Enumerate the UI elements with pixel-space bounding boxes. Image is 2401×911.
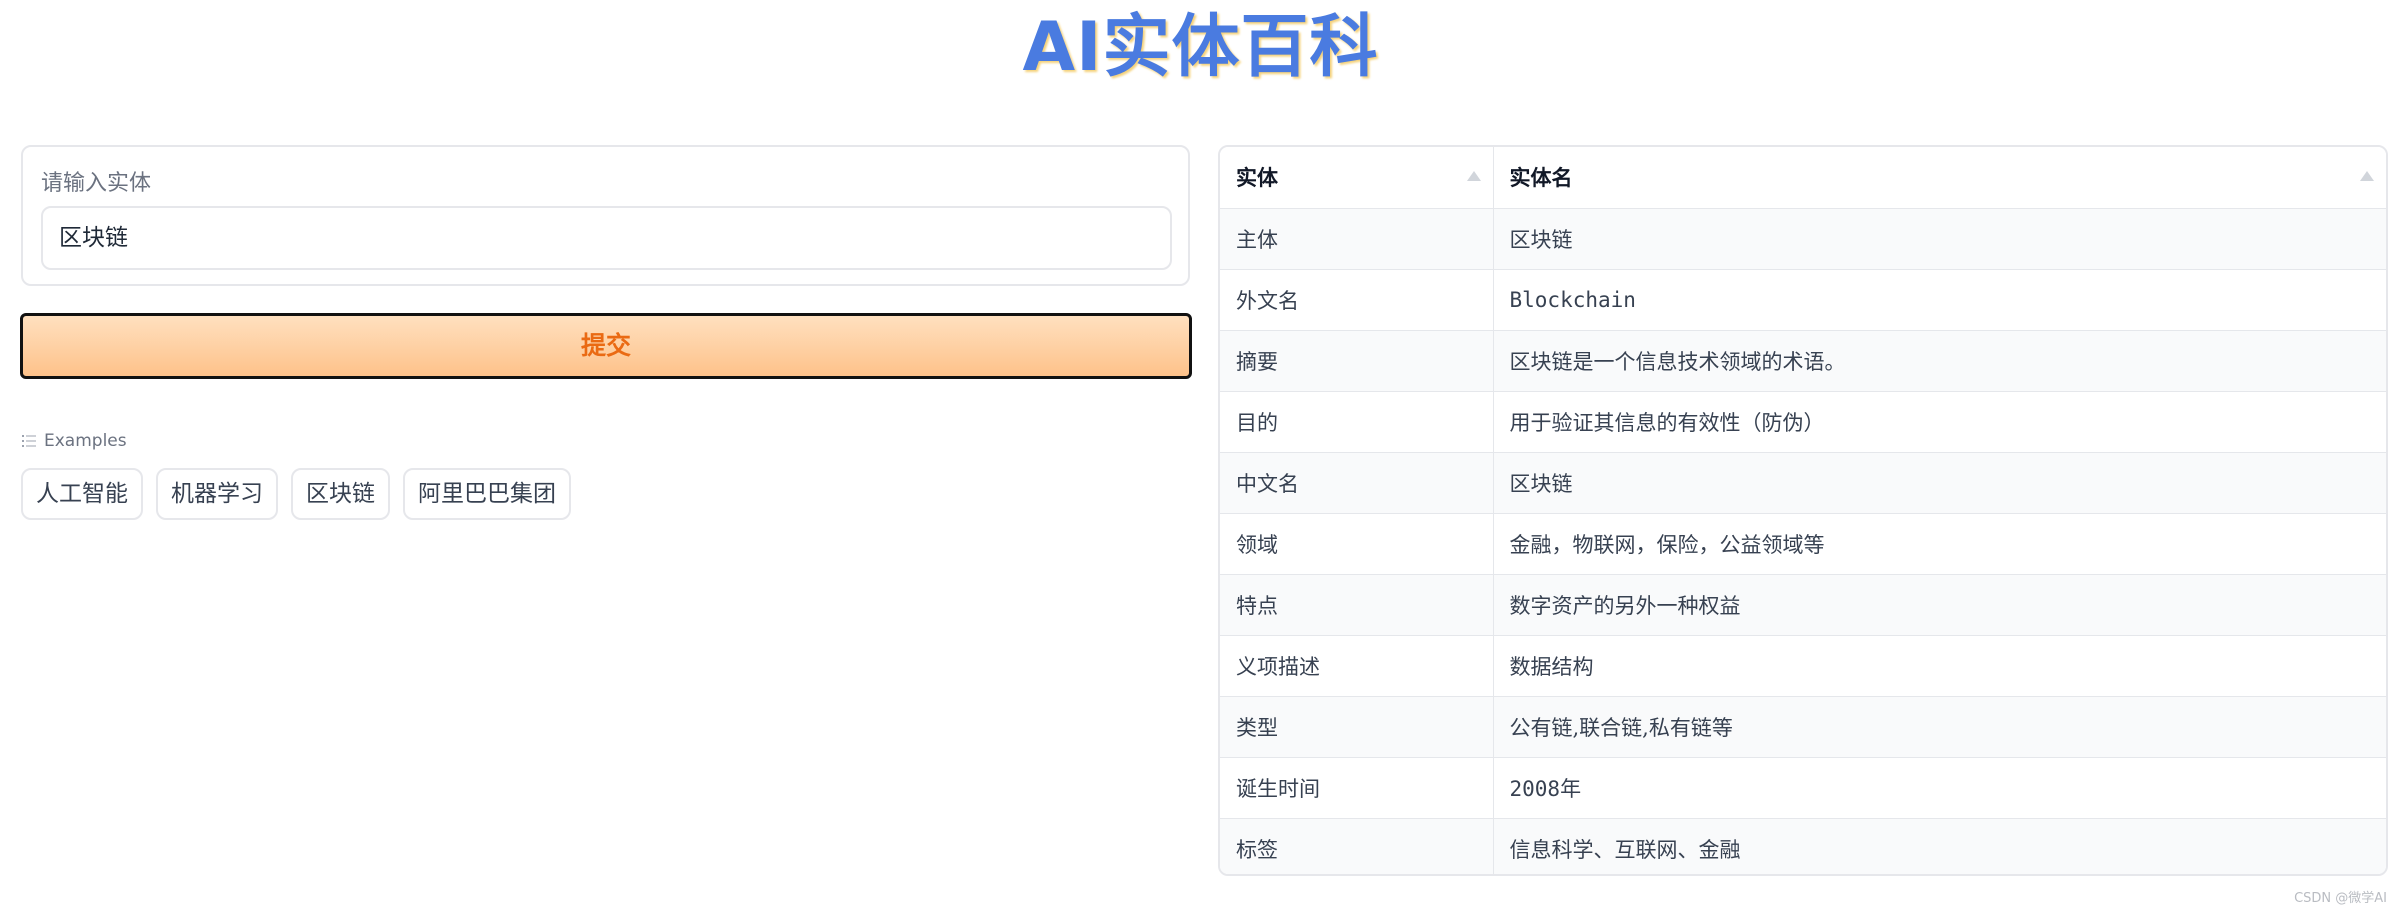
table-cell: 摘要 <box>1220 330 1494 392</box>
example-chip[interactable]: 阿里巴巴集团 <box>403 468 571 520</box>
entity-input[interactable]: 区块链 <box>41 206 1172 270</box>
examples-heading: Examples <box>22 431 127 451</box>
entity-input-card: 请输入实体 区块链 <box>21 145 1190 286</box>
page-title: AI实体百科 <box>1022 8 1379 87</box>
examples-list: 人工智能 机器学习 区块链 阿里巴巴集团 <box>21 468 571 520</box>
table-cell: 目的 <box>1220 391 1494 453</box>
submit-button[interactable]: 提交 <box>20 313 1192 379</box>
table-cell: 信息科学、互联网、金融 <box>1493 818 2386 874</box>
table-header-row: 实体 实体名 <box>1220 147 2386 209</box>
table-cell: 类型 <box>1220 696 1494 758</box>
table-row: 义项描述 数据结构 <box>1220 635 2386 697</box>
table-cell: 金融，物联网，保险，公益领域等 <box>1493 513 2386 575</box>
watermark: CSDN @微学AI <box>2294 891 2387 906</box>
table-cell: 公有链,联合链,私有链等 <box>1493 696 2386 758</box>
examples-heading-label: Examples <box>44 431 127 451</box>
table-cell: 数据结构 <box>1493 635 2386 697</box>
column-header-label: 实体名 <box>1509 165 1573 191</box>
table-cell: 标签 <box>1220 818 1494 874</box>
example-chip[interactable]: 机器学习 <box>156 468 278 520</box>
table-cell: 领域 <box>1220 513 1494 575</box>
table-cell: 区块链 <box>1493 208 2386 270</box>
example-chip[interactable]: 人工智能 <box>21 468 143 520</box>
example-chip[interactable]: 区块链 <box>291 468 390 520</box>
table-cell: 区块链 <box>1493 452 2386 514</box>
table-row: 中文名 区块链 <box>1220 452 2386 514</box>
table-row: 外文名 Blockchain <box>1220 269 2386 331</box>
table-row: 摘要 区块链是一个信息技术领域的术语。 <box>1220 330 2386 392</box>
column-header-entity[interactable]: 实体 <box>1220 147 1494 209</box>
table-cell: Blockchain <box>1493 269 2386 331</box>
table-cell: 特点 <box>1220 574 1494 636</box>
table-row: 标签 信息科学、互联网、金融 <box>1220 818 2386 874</box>
list-icon <box>22 435 36 447</box>
column-header-label: 实体 <box>1236 165 1278 191</box>
table-cell: 外文名 <box>1220 269 1494 331</box>
table-cell: 数字资产的另外一种权益 <box>1493 574 2386 636</box>
table-row: 目的 用于验证其信息的有效性（防伪） <box>1220 391 2386 453</box>
table-row: 诞生时间 2008年 <box>1220 757 2386 819</box>
table-cell: 中文名 <box>1220 452 1494 514</box>
page: AI实体百科 请输入实体 区块链 提交 Examples 人工智能 机器学习 区… <box>0 0 2401 911</box>
table-row: 主体 区块链 <box>1220 208 2386 270</box>
table-row: 特点 数字资产的另外一种权益 <box>1220 574 2386 636</box>
sort-up-icon[interactable] <box>1466 171 1481 181</box>
table-row: 类型 公有链,联合链,私有链等 <box>1220 696 2386 758</box>
entity-input-label: 请输入实体 <box>41 171 152 196</box>
result-table-container: 实体 实体名 主体 区块链 外文名 Blockchain 摘要 区块链是一个信息技术领… <box>1218 145 2388 876</box>
table-cell: 2008年 <box>1493 757 2386 819</box>
table-cell: 义项描述 <box>1220 635 1494 697</box>
table-cell: 用于验证其信息的有效性（防伪） <box>1493 391 2386 453</box>
sort-up-icon[interactable] <box>2360 171 2374 181</box>
table-cell: 诞生时间 <box>1220 757 1494 819</box>
table-cell: 区块链是一个信息技术领域的术语。 <box>1493 330 2386 392</box>
table-cell: 主体 <box>1220 208 1494 270</box>
column-header-entity-name[interactable]: 实体名 <box>1493 147 2386 209</box>
result-table: 实体 实体名 主体 区块链 外文名 Blockchain 摘要 区块链是一个信息技术领… <box>1220 147 2386 874</box>
table-row: 领域 金融，物联网，保险，公益领域等 <box>1220 513 2386 575</box>
